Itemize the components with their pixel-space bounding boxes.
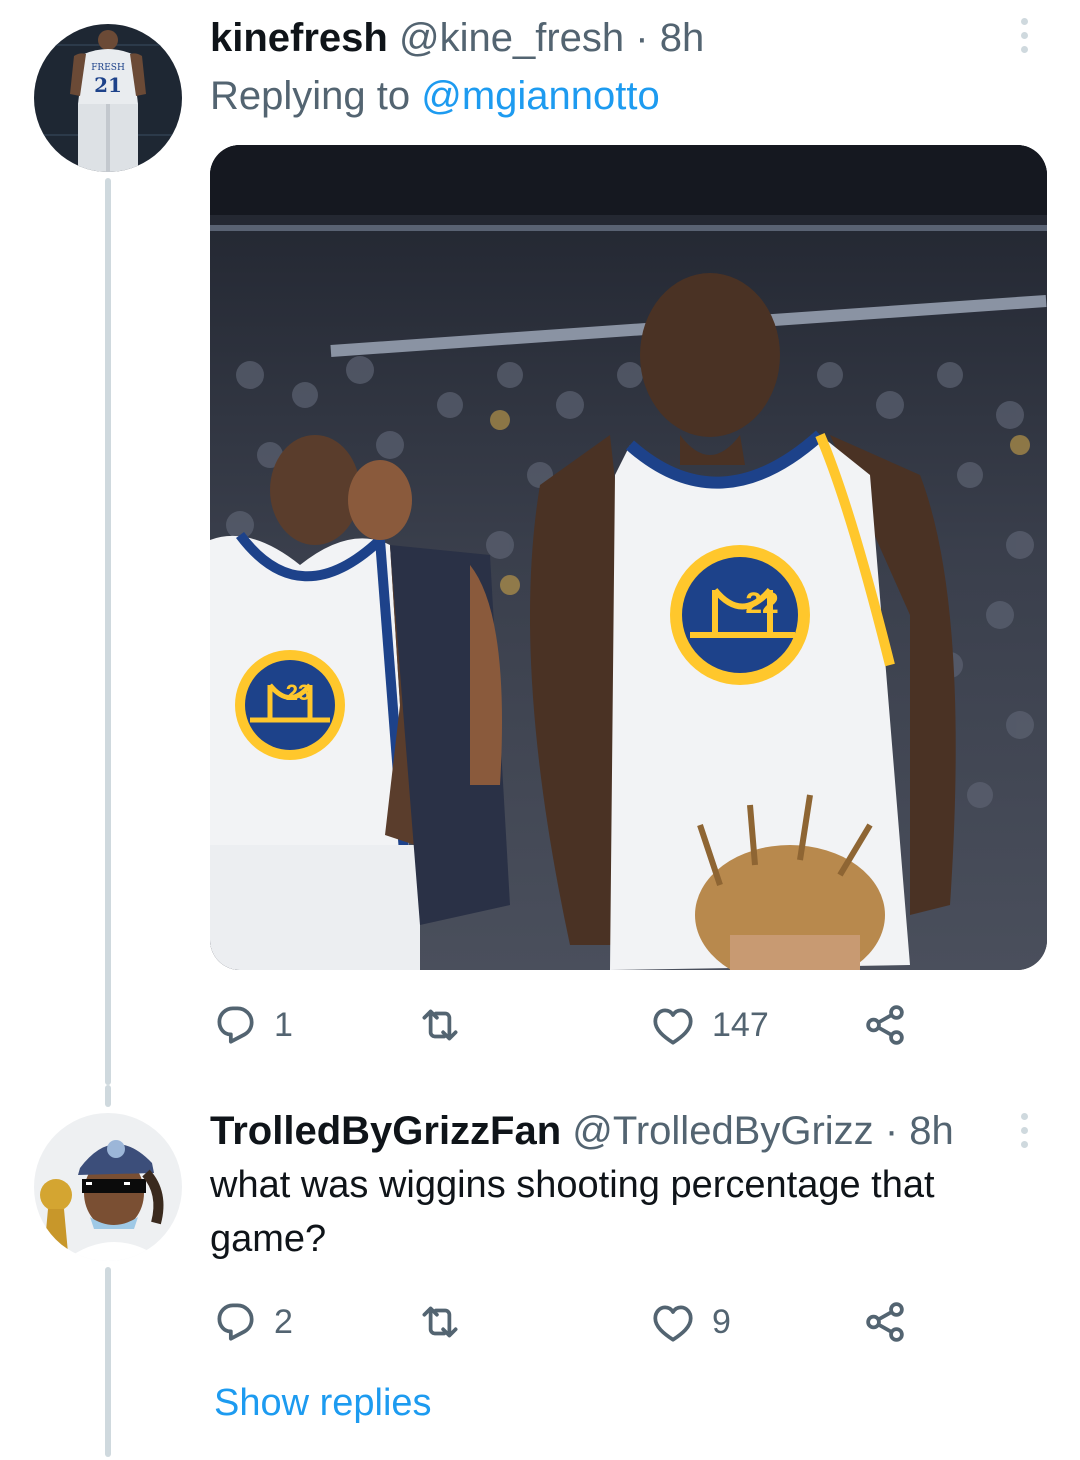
replying-to: Replying to @mgiannotto: [210, 72, 660, 120]
like-button[interactable]: 9: [648, 1292, 731, 1352]
thread-dots: [101, 1370, 115, 1414]
avatar[interactable]: FRESH 21: [34, 24, 182, 172]
share-button[interactable]: [860, 995, 910, 1055]
thread-line: [105, 1267, 111, 1457]
display-name[interactable]: kinefresh: [210, 16, 388, 60]
share-icon: [866, 1302, 904, 1342]
avatar[interactable]: [34, 1113, 182, 1261]
tweet-actions: 1 147: [210, 995, 930, 1055]
timestamp[interactable]: 8h: [909, 1109, 954, 1153]
replying-prefix: Replying to: [210, 74, 411, 118]
separator: ·: [635, 16, 649, 60]
like-button[interactable]: 147: [648, 995, 769, 1055]
mention-link[interactable]: @mgiannotto: [421, 74, 660, 118]
tweet-media[interactable]: 23 22: [210, 145, 1047, 970]
share-button[interactable]: [860, 1292, 910, 1352]
timestamp[interactable]: 8h: [660, 16, 705, 60]
handle[interactable]: @TrolledByGrizz: [572, 1109, 873, 1153]
reply-button[interactable]: 1: [210, 995, 293, 1055]
avatar-jersey-number: 21: [94, 73, 122, 97]
like-count: 9: [712, 1302, 731, 1341]
show-replies-link[interactable]: Show replies: [214, 1378, 432, 1428]
retweet-button[interactable]: [415, 995, 465, 1055]
tweet[interactable]: TrolledByGrizzFan @TrolledByGrizz · 8h w…: [0, 1085, 1080, 1460]
retweet-icon: [422, 1009, 458, 1041]
media-image: 23 22: [210, 145, 1047, 970]
thread-line: [105, 1085, 111, 1107]
display-name[interactable]: TrolledByGrizzFan: [210, 1109, 561, 1153]
jersey-number: 22: [745, 587, 778, 620]
reply-icon: [217, 1303, 254, 1341]
tweet[interactable]: FRESH 21 kinefresh @kine_fresh · 8h Repl…: [0, 0, 1080, 1085]
tweet-header: TrolledByGrizzFan @TrolledByGrizz · 8h: [210, 1107, 954, 1155]
like-icon: [653, 1008, 693, 1045]
reply-count: 1: [274, 1005, 293, 1044]
thread-line: [105, 178, 111, 1085]
retweet-button[interactable]: [415, 1292, 465, 1352]
tweet-actions: 2 9: [210, 1292, 930, 1352]
handle[interactable]: @kine_fresh: [399, 16, 624, 60]
share-icon: [866, 1005, 904, 1045]
like-count: 147: [712, 1005, 769, 1044]
more-icon[interactable]: [1018, 18, 1030, 64]
more-icon[interactable]: [1018, 1113, 1030, 1159]
tweet-text: what was wiggins shooting percentage tha…: [210, 1164, 935, 1260]
reply-count: 2: [274, 1302, 293, 1341]
separator: ·: [884, 1109, 899, 1153]
retweet-icon: [422, 1306, 458, 1338]
reply-button[interactable]: 2: [210, 1292, 293, 1352]
avatar-jersey-name: FRESH: [91, 63, 125, 73]
tweet-header: kinefresh @kine_fresh · 8h: [210, 14, 704, 62]
reply-icon: [217, 1006, 254, 1044]
jersey-number: 23: [286, 680, 310, 705]
like-icon: [653, 1305, 693, 1342]
